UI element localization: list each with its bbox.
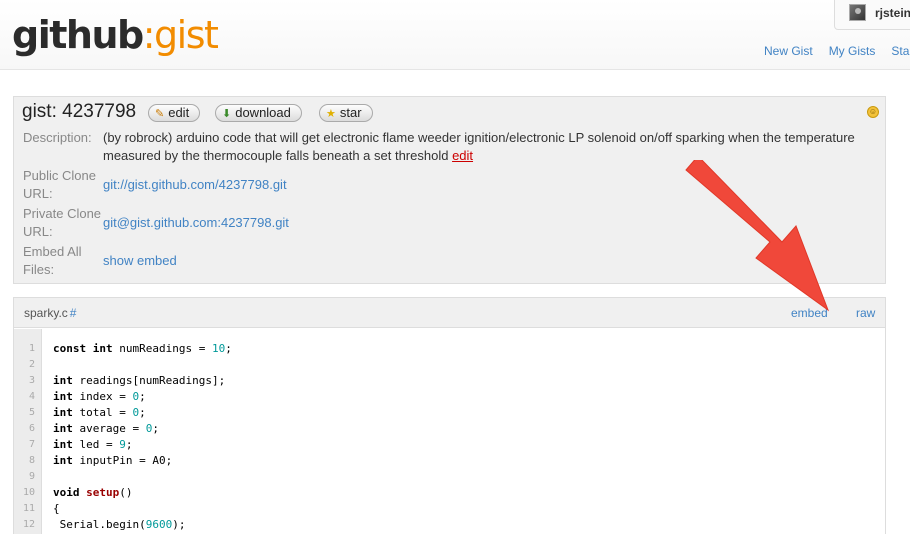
line-number: 1 [28,343,35,354]
line-number: 7 [28,439,35,450]
line-number-gutter: 1 2 3 4 5 6 7 8 9 10 11 12 [14,329,42,534]
code-token: inputPin = A0; [72,454,173,467]
code-token: int [53,454,73,467]
line-number: 3 [28,375,35,386]
line-number: 11 [22,503,35,514]
show-embed-link[interactable]: show embed [103,253,177,268]
code-token: index = [72,390,133,403]
code-token: ; [139,406,146,419]
code-line: { [53,501,60,517]
star-button[interactable]: ★ star [319,104,373,122]
file-anchor-link[interactable]: # [70,306,77,320]
embed-all-label: Embed All Files: [23,244,82,277]
logo-gist-text: gist [154,13,219,57]
description-text: (by robrock) arduino code that will get … [103,129,878,165]
code-line: void setup() [53,485,133,501]
public-clone-label: Public Clone URL: [23,168,96,201]
site-header: github:gist rjstein New Gist My Gists Star [0,0,910,70]
public-clone-url: git://gist.github.com/4237798.git [103,176,287,194]
line-number: 5 [28,407,35,418]
line-number: 10 [22,487,35,498]
code-token: void [53,486,80,499]
file-box: sparky.c # embed raw 1 2 3 4 5 6 7 8 9 10 11 12 cons… [13,297,886,534]
code-token: average = [72,422,146,435]
line-number: 8 [28,455,35,466]
github-gist-logo[interactable]: github:gist [12,10,219,60]
code-line: int index = 0; [53,389,146,405]
code-token: () [119,486,133,499]
code-token: readings[numReadings]; [72,374,226,387]
code-token: int [53,422,73,435]
edit-button[interactable]: ✎ edit [148,104,201,122]
user-box[interactable]: rjstein [834,0,910,30]
code-token: int [53,390,73,403]
code-token: Serial.begin( [53,518,146,531]
code-line: const int numReadings = 10; [53,341,232,357]
download-button-label: download [235,105,291,120]
star-button-label: star [339,105,362,120]
nav-starred[interactable]: Star [891,44,910,58]
line-number: 12 [22,519,35,530]
private-clone-url-link[interactable]: git@gist.github.com:4237798.git [103,215,289,230]
gist-title: gist: 4237798 [22,101,137,122]
code-token: 9 [119,438,126,451]
description-body: (by robrock) arduino code that will get … [103,130,855,163]
code-token: ; [225,342,232,355]
embed-link[interactable]: embed [791,306,828,320]
code-token: ); [172,518,186,531]
code-token: 10 [211,342,226,355]
code-token: total = [72,406,133,419]
code-token: numReadings = [112,342,212,355]
line-number: 2 [28,359,35,370]
top-nav: New Gist My Gists Star [764,44,910,58]
avatar[interactable] [849,4,866,21]
public-clone-url-link[interactable]: git://gist.github.com/4237798.git [103,177,287,192]
nav-new-gist[interactable]: New Gist [764,44,813,58]
code-line: int average = 0; [53,421,159,437]
line-number: 6 [28,423,35,434]
username[interactable]: rjstein [875,6,910,20]
line-number: 4 [28,391,35,402]
code-token: int [53,406,73,419]
code-token: int [53,374,73,387]
file-header: sparky.c # embed raw [14,298,885,328]
code-token: setup [86,486,120,499]
code-line: int inputPin = A0; [53,453,172,469]
code-token: { [53,502,60,515]
logo-github-text: github [12,13,144,57]
code-token: const [53,342,87,355]
code-token: ; [139,390,146,403]
code-line: int total = 0; [53,405,146,421]
code-line: int led = 9; [53,437,132,453]
code-line: int readings[numReadings]; [53,373,225,389]
smiley-icon[interactable]: ☺ [867,106,879,118]
file-name-text: sparky.c [24,306,68,320]
line-number: 9 [28,471,35,482]
code-token: led = [72,438,120,451]
star-icon: ★ [326,108,336,120]
logo-separator: : [142,13,156,57]
raw-link[interactable]: raw [856,306,875,320]
pencil-icon: ✎ [155,108,165,120]
code-token: int [53,438,73,451]
description-edit-link[interactable]: edit [452,148,473,163]
code-token: ; [152,422,159,435]
gist-info-box: gist: 4237798 ✎ edit ⬇ download ★ star ☺ De… [13,96,886,284]
private-clone-label: Private Clone URL: [23,206,102,239]
code-token: int [92,342,113,355]
edit-button-label: edit [168,105,190,120]
code-line: Serial.begin(9600); [53,517,186,533]
embed-all-value: show embed [103,252,177,270]
download-button[interactable]: ⬇ download [215,104,302,122]
code-token: ; [125,438,133,451]
private-clone-url: git@gist.github.com:4237798.git [103,214,289,232]
nav-my-gists[interactable]: My Gists [829,44,876,58]
code-token: 9600 [145,518,173,531]
description-label: Description: [23,130,92,145]
file-name: sparky.c # [24,306,76,320]
download-arrow-icon: ⬇ [222,108,232,120]
